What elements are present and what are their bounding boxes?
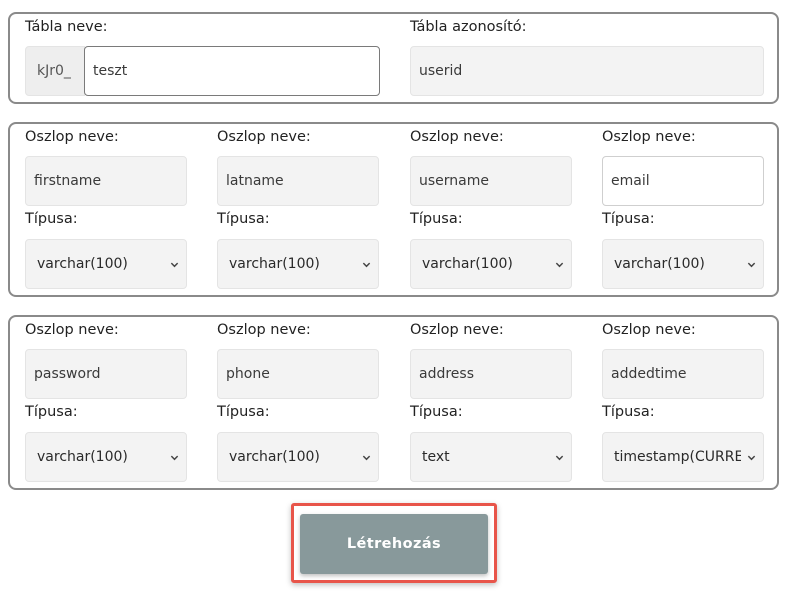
chevron-down-icon bbox=[362, 455, 371, 461]
column-type-label: Típusa: bbox=[217, 404, 270, 420]
table-name-input[interactable]: teszt bbox=[84, 46, 380, 96]
column-name-label: Oszlop neve: bbox=[217, 322, 311, 338]
column-type-label: Típusa: bbox=[602, 404, 655, 420]
select-value: text bbox=[422, 449, 450, 465]
select-value: varchar(100) bbox=[229, 256, 320, 272]
select-value: varchar(100) bbox=[37, 449, 128, 465]
table-id-input[interactable]: userid bbox=[410, 46, 764, 96]
column-name-input-latname[interactable]: latname bbox=[217, 156, 379, 206]
column-name-input-phone[interactable]: phone bbox=[217, 349, 379, 399]
chevron-down-icon bbox=[362, 262, 371, 268]
chevron-down-icon bbox=[747, 262, 756, 268]
column-name-input-firstname[interactable]: firstname bbox=[25, 156, 187, 206]
chevron-down-icon bbox=[555, 455, 564, 461]
table-id-label: Tábla azonosító: bbox=[410, 19, 527, 35]
column-name-label: Oszlop neve: bbox=[602, 129, 696, 145]
column-name-label: Oszlop neve: bbox=[25, 129, 119, 145]
column-type-select-username[interactable]: varchar(100) bbox=[410, 239, 572, 289]
column-name-label: Oszlop neve: bbox=[25, 322, 119, 338]
table-name-label: Tábla neve: bbox=[25, 19, 108, 35]
submit-highlight-frame: Létrehozás bbox=[291, 503, 497, 583]
column-type-select-latname[interactable]: varchar(100) bbox=[217, 239, 379, 289]
table-settings-panel: Tábla neve: kJr0_ teszt Tábla azonosító:… bbox=[8, 12, 779, 104]
chevron-down-icon bbox=[555, 262, 564, 268]
column-type-label: Típusa: bbox=[602, 211, 655, 227]
column-name-input-email[interactable]: email bbox=[602, 156, 764, 206]
column-name-label: Oszlop neve: bbox=[217, 129, 311, 145]
select-value: varchar(100) bbox=[229, 449, 320, 465]
columns-panel-2: Oszlop neve: Oszlop neve: Oszlop neve: O… bbox=[8, 315, 779, 490]
column-type-select-password[interactable]: varchar(100) bbox=[25, 432, 187, 482]
column-type-select-firstname[interactable]: varchar(100) bbox=[25, 239, 187, 289]
chevron-down-icon bbox=[747, 455, 756, 461]
column-type-select-phone[interactable]: varchar(100) bbox=[217, 432, 379, 482]
column-type-label: Típusa: bbox=[410, 211, 463, 227]
column-type-label: Típusa: bbox=[410, 404, 463, 420]
table-prefix: kJr0_ bbox=[25, 46, 85, 96]
columns-panel-1: Oszlop neve: Oszlop neve: Oszlop neve: O… bbox=[8, 122, 779, 297]
create-button[interactable]: Létrehozás bbox=[300, 514, 488, 574]
chevron-down-icon bbox=[170, 455, 179, 461]
column-type-select-address[interactable]: text bbox=[410, 432, 572, 482]
column-type-select-addedtime[interactable]: timestamp(CURRENT_TIMESTAMP) bbox=[602, 432, 764, 482]
column-name-input-username[interactable]: username bbox=[410, 156, 572, 206]
select-value: varchar(100) bbox=[37, 256, 128, 272]
column-type-select-email[interactable]: varchar(100) bbox=[602, 239, 764, 289]
column-type-label: Típusa: bbox=[217, 211, 270, 227]
column-name-input-addedtime[interactable]: addedtime bbox=[602, 349, 764, 399]
column-type-label: Típusa: bbox=[25, 211, 78, 227]
column-type-label: Típusa: bbox=[25, 404, 78, 420]
select-value: varchar(100) bbox=[614, 256, 705, 272]
chevron-down-icon bbox=[170, 262, 179, 268]
column-name-input-address[interactable]: address bbox=[410, 349, 572, 399]
column-name-label: Oszlop neve: bbox=[410, 322, 504, 338]
column-name-input-password[interactable]: password bbox=[25, 349, 187, 399]
select-value: varchar(100) bbox=[422, 256, 513, 272]
select-value: timestamp(CURRENT_TIMESTAMP) bbox=[614, 449, 741, 465]
column-name-label: Oszlop neve: bbox=[410, 129, 504, 145]
column-name-label: Oszlop neve: bbox=[602, 322, 696, 338]
